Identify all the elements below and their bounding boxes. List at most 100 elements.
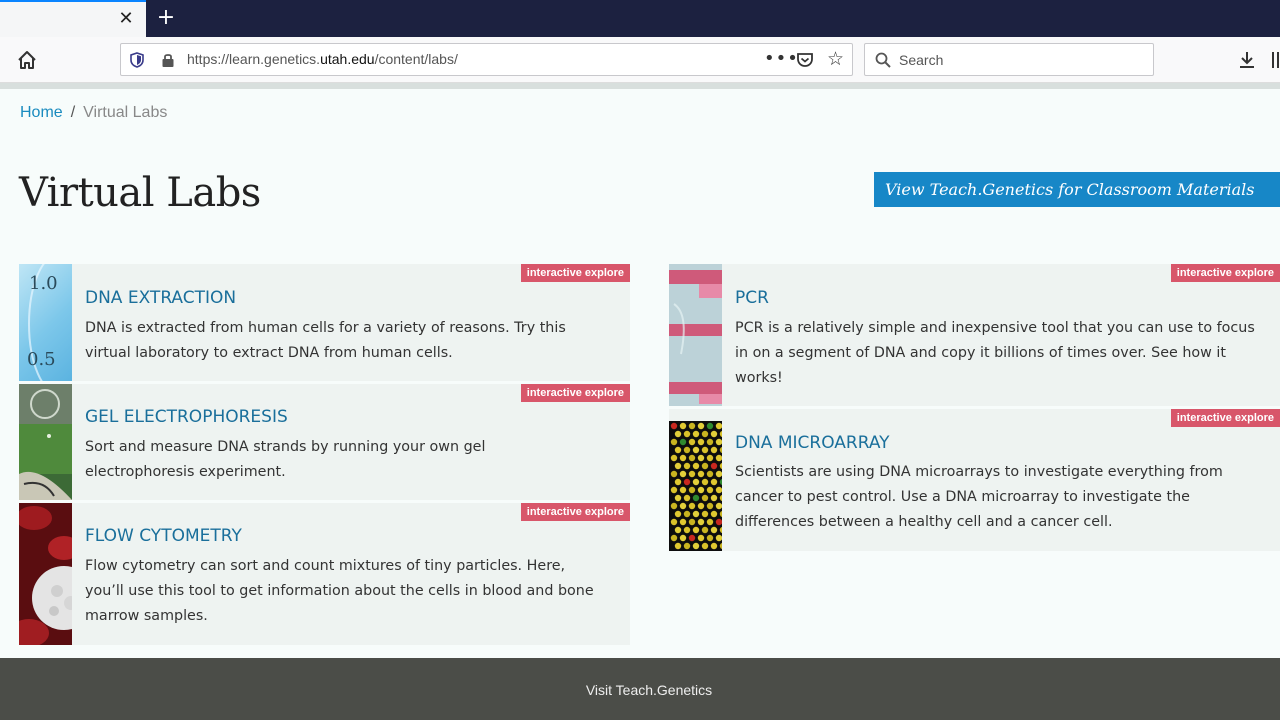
library-icon[interactable] <box>1270 51 1280 69</box>
lab-description: PCR is a relatively simple and inexpensi… <box>735 320 1255 386</box>
microarray-dot <box>670 518 678 526</box>
microarray-dot <box>706 486 714 494</box>
microarray-dots-graphic <box>670 422 722 550</box>
microarray-dot <box>688 486 696 494</box>
microarray-dot <box>670 422 678 430</box>
lab-card-pcr[interactable]: interactive explore PCR PCR is a relativ… <box>669 264 1280 406</box>
microarray-dot <box>710 494 718 502</box>
microarray-dot <box>697 502 705 510</box>
test-tube-graphic: 1.0 0.5 <box>27 264 58 381</box>
lab-title[interactable]: GEL ELECTROPHORESIS <box>85 407 288 427</box>
lab-card-flow-cytometry[interactable]: interactive explore FLOW CYTOMETRY Flow … <box>19 503 630 645</box>
microarray-dot <box>679 438 687 446</box>
microarray-dot <box>710 478 718 486</box>
tab-strip: ✕ + <box>0 0 1280 37</box>
blood-cells-graphic <box>19 506 72 645</box>
microarray-dot <box>692 430 700 438</box>
browser-toolbar: https://learn.genetics.utah.edu/content/… <box>0 37 1280 83</box>
microarray-dot <box>710 446 718 454</box>
lab-description: Scientists are using DNA microarrays to … <box>735 464 1223 530</box>
microarray-dot <box>697 422 705 430</box>
microarray-dot <box>683 430 691 438</box>
lab-card-dna-extraction[interactable]: 1.0 0.5 interactive explore DNA EXTRACTI… <box>19 264 630 381</box>
microarray-dot <box>692 510 700 518</box>
microarray-dot <box>683 526 691 534</box>
microarray-dot <box>719 494 722 502</box>
microarray-dot <box>710 526 718 534</box>
microarray-dot <box>719 510 722 518</box>
microarray-dot <box>683 478 691 486</box>
interactive-badge: interactive explore <box>520 384 630 402</box>
breadcrumb: Home / Virtual Labs <box>20 104 167 122</box>
dna-microarray-thumbnail <box>669 421 722 551</box>
tracking-protection-shield-icon[interactable] <box>130 52 144 68</box>
microarray-dot <box>701 478 709 486</box>
microarray-dot <box>701 462 709 470</box>
microarray-dot <box>715 470 722 478</box>
address-bar[interactable]: https://learn.genetics.utah.edu/content/… <box>120 43 853 76</box>
bookmark-star-icon[interactable]: ☆ <box>827 49 844 69</box>
microarray-dot <box>674 430 682 438</box>
microarray-dot <box>715 502 722 510</box>
page-actions-icon[interactable]: ••• <box>764 48 799 69</box>
microarray-dot <box>683 446 691 454</box>
microarray-dot <box>697 454 705 462</box>
microarray-dot <box>679 502 687 510</box>
microarray-dot <box>719 526 722 534</box>
microarray-dot <box>679 486 687 494</box>
breadcrumb-home-link[interactable]: Home <box>20 104 63 121</box>
lab-title[interactable]: DNA EXTRACTION <box>85 288 236 308</box>
microarray-dot <box>697 518 705 526</box>
lab-title[interactable]: DNA MICROARRAY <box>735 433 890 453</box>
microarray-dot <box>688 422 696 430</box>
microarray-dot <box>679 518 687 526</box>
close-tab-icon[interactable]: ✕ <box>116 8 136 30</box>
lab-title[interactable]: PCR <box>735 288 769 308</box>
microarray-dot <box>683 510 691 518</box>
microarray-dot <box>697 486 705 494</box>
microarray-dot <box>692 526 700 534</box>
microarray-dot <box>701 526 709 534</box>
microarray-dot <box>701 446 709 454</box>
microarray-dot <box>692 494 700 502</box>
lock-icon[interactable] <box>161 52 175 68</box>
pocket-icon[interactable] <box>796 52 814 68</box>
microarray-dot <box>719 430 722 438</box>
microarray-dot <box>670 454 678 462</box>
visit-teach-genetics-link[interactable]: Visit Teach.Genetics <box>0 682 1280 698</box>
microarray-dot <box>679 534 687 542</box>
microarray-dot <box>719 542 722 550</box>
microarray-dot <box>670 438 678 446</box>
interactive-badge: interactive explore <box>520 264 630 282</box>
home-icon[interactable] <box>16 49 38 71</box>
teach-genetics-button[interactable]: View Teach.Genetics for Classroom Materi… <box>874 172 1280 207</box>
microarray-dot <box>679 454 687 462</box>
pcr-strands-graphic <box>669 270 722 404</box>
microarray-dot <box>715 486 722 494</box>
flow-cytometry-thumbnail <box>19 503 72 645</box>
new-tab-icon[interactable]: + <box>155 5 177 31</box>
microarray-dot <box>706 502 714 510</box>
download-icon[interactable] <box>1238 51 1256 69</box>
microarray-dot <box>715 422 722 430</box>
microarray-dot <box>719 462 722 470</box>
lab-description: Flow cytometry can sort and count mixtur… <box>85 558 594 624</box>
microarray-dot <box>706 518 714 526</box>
lab-card-gel-electrophoresis[interactable]: interactive explore GEL ELECTROPHORESIS … <box>19 384 630 500</box>
microarray-dot <box>710 462 718 470</box>
microarray-dot <box>715 438 722 446</box>
lab-card-dna-microarray[interactable]: interactive explore DNA MICROARRAY Scien… <box>669 409 1280 551</box>
url-prefix: https://learn.genetics. <box>187 51 321 67</box>
microarray-dot <box>697 534 705 542</box>
microarray-dot <box>715 534 722 542</box>
microarray-dot <box>683 494 691 502</box>
thumb-label-top: 1.0 <box>29 273 58 294</box>
active-tab[interactable]: ✕ <box>0 0 146 37</box>
thumb-label-bottom: 0.5 <box>27 349 56 370</box>
search-bar[interactable]: Search <box>864 43 1154 76</box>
footer: Visit Teach.Genetics <box>0 658 1280 720</box>
lab-title[interactable]: FLOW CYTOMETRY <box>85 526 242 546</box>
url-text[interactable]: https://learn.genetics.utah.edu/content/… <box>187 51 458 67</box>
microarray-dot <box>688 470 696 478</box>
microarray-dot <box>706 454 714 462</box>
